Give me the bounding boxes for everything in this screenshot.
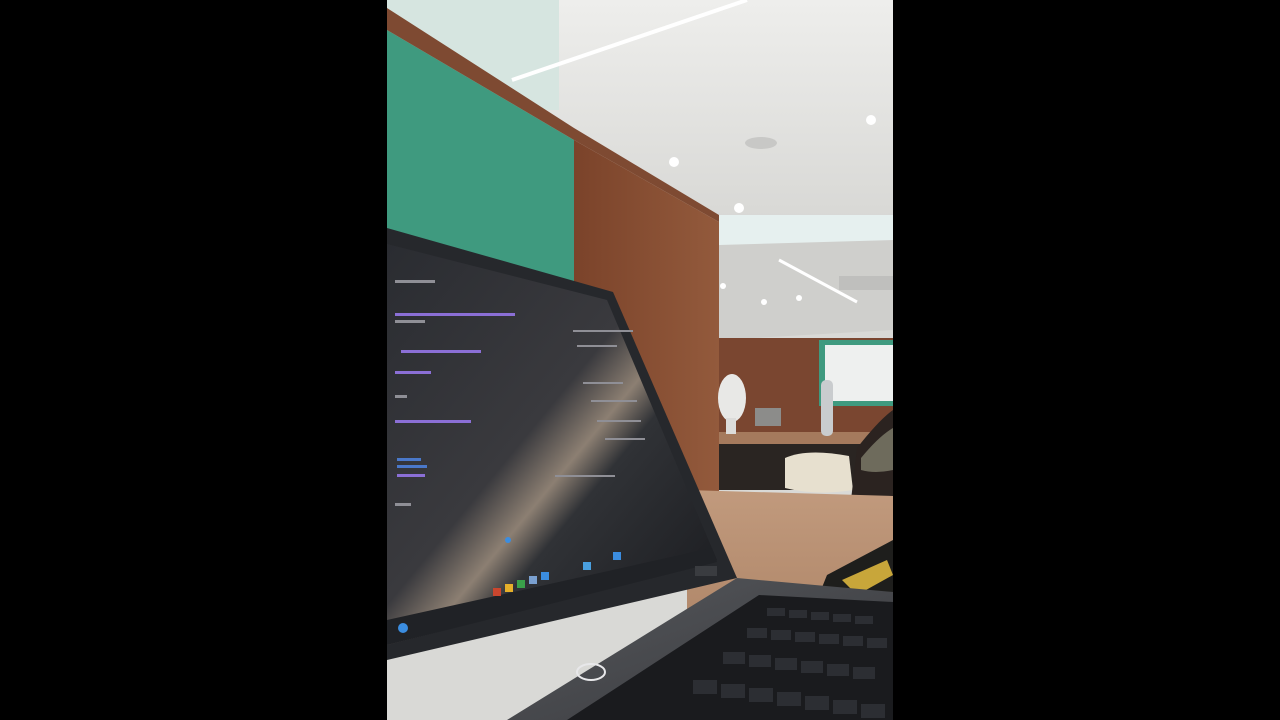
- letterbox-left: [0, 0, 387, 720]
- whiteboard: [825, 345, 893, 401]
- desk-device: [755, 408, 781, 426]
- light-icon: [734, 203, 744, 213]
- light-icon: [866, 115, 876, 125]
- bottle-icon: [821, 380, 833, 436]
- letterbox-right: [893, 0, 1280, 720]
- office-photo: [387, 0, 893, 720]
- chair: [785, 452, 853, 493]
- light-icon: [669, 157, 679, 167]
- ceiling-soffit: [719, 215, 893, 245]
- light-icon: [720, 283, 726, 289]
- fan-stand: [726, 418, 736, 434]
- laptop-hinge: [695, 566, 717, 576]
- fan-icon: [718, 374, 746, 422]
- photo-frame: [387, 0, 893, 720]
- light-icon: [761, 299, 767, 305]
- ceiling-speaker: [745, 137, 777, 149]
- light-icon: [796, 295, 802, 301]
- ac-vent: [839, 276, 893, 290]
